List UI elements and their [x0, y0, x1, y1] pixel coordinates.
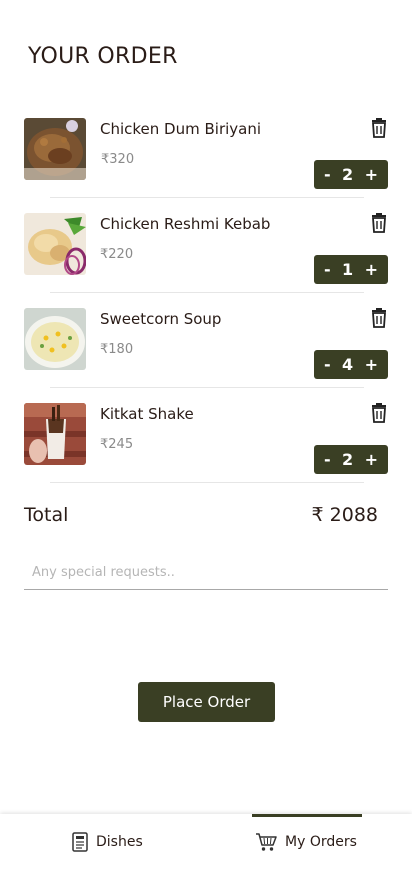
decrease-quantity-button[interactable]: -: [324, 355, 331, 374]
trash-icon: [372, 118, 386, 138]
increase-quantity-button[interactable]: +: [365, 450, 378, 469]
total-value: ₹ 2088: [311, 504, 378, 526]
divider: [50, 292, 364, 293]
item-name: Kitkat Shake: [100, 405, 194, 423]
divider: [50, 197, 364, 198]
order-item: Sweetcorn Soup ₹180 - 4 +: [0, 308, 412, 403]
nav-dishes[interactable]: Dishes: [72, 830, 143, 854]
quantity-stepper: - 2 +: [314, 445, 388, 474]
active-tab-indicator: [252, 814, 362, 817]
decrease-quantity-button[interactable]: -: [324, 450, 331, 469]
increase-quantity-button[interactable]: +: [365, 260, 378, 279]
nav-my-orders-label: My Orders: [285, 834, 357, 850]
special-requests-input[interactable]: [24, 556, 388, 590]
decrease-quantity-button[interactable]: -: [324, 165, 331, 184]
quantity-value: 1: [342, 260, 354, 279]
quantity-stepper: - 2 +: [314, 160, 388, 189]
quantity-value: 4: [342, 355, 354, 374]
item-price: ₹320: [101, 152, 135, 167]
quantity-stepper: - 4 +: [314, 350, 388, 379]
item-image-soup: [24, 308, 86, 370]
item-name: Chicken Dum Biriyani: [100, 120, 262, 138]
nav-my-orders[interactable]: My Orders: [255, 830, 357, 854]
quantity-stepper: - 1 +: [314, 255, 388, 284]
item-name: Chicken Reshmi Kebab: [100, 215, 271, 233]
item-price: ₹180: [100, 342, 134, 357]
item-price: ₹245: [100, 437, 134, 452]
place-order-button[interactable]: Place Order: [138, 682, 275, 722]
delete-item-button[interactable]: [370, 118, 388, 138]
item-price: ₹220: [100, 247, 134, 262]
delete-item-button[interactable]: [370, 308, 388, 328]
item-name: Sweetcorn Soup: [100, 310, 222, 328]
bottom-nav: Dishes My Orders: [0, 814, 412, 870]
delete-item-button[interactable]: [370, 403, 388, 423]
menu-icon: [72, 832, 88, 852]
delete-item-button[interactable]: [370, 213, 388, 233]
decrease-quantity-button[interactable]: -: [324, 260, 331, 279]
item-image-biriyani: [24, 118, 86, 180]
quantity-value: 2: [342, 450, 354, 469]
item-image-shake: [24, 403, 86, 465]
divider: [50, 482, 364, 483]
quantity-value: 2: [342, 165, 354, 184]
divider: [50, 387, 364, 388]
trash-icon: [372, 308, 386, 328]
item-image-kebab: [24, 213, 86, 275]
order-item: Chicken Dum Biriyani ₹320 - 2 +: [0, 118, 412, 213]
trash-icon: [372, 213, 386, 233]
total-label: Total: [24, 504, 69, 526]
increase-quantity-button[interactable]: +: [365, 165, 378, 184]
trash-icon: [372, 403, 386, 423]
increase-quantity-button[interactable]: +: [365, 355, 378, 374]
cart-icon: [256, 833, 277, 851]
order-item: Chicken Reshmi Kebab ₹220 - 1 +: [0, 213, 412, 308]
page-title: YOUR ORDER: [28, 44, 178, 69]
order-item: Kitkat Shake ₹245 - 2 +: [0, 403, 412, 498]
nav-dishes-label: Dishes: [96, 834, 143, 850]
